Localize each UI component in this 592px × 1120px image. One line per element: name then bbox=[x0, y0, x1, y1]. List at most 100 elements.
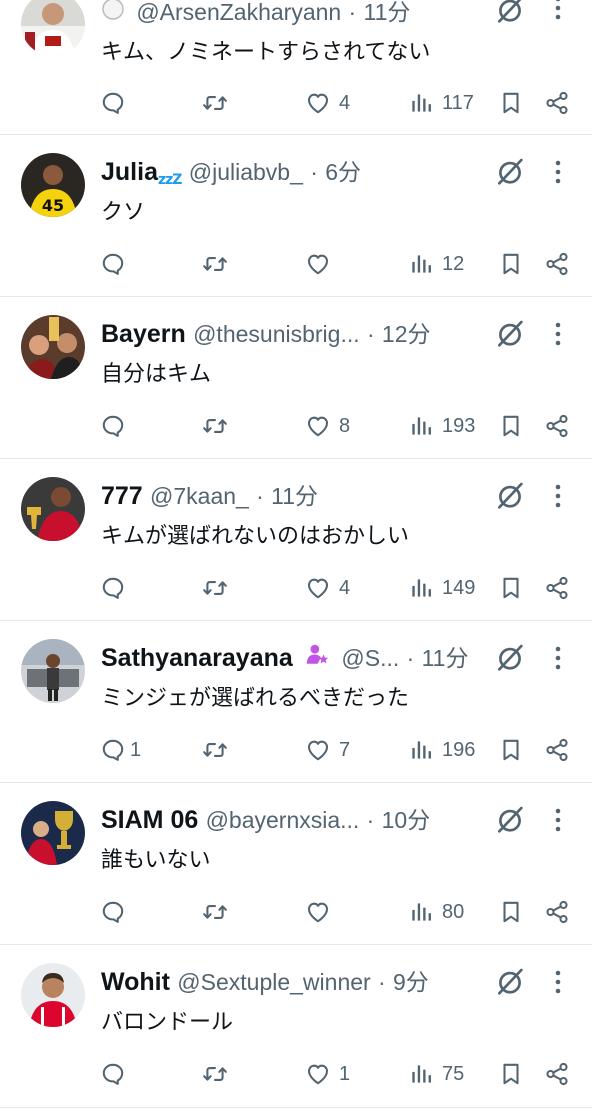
more-icon[interactable] bbox=[548, 968, 568, 996]
reply-button[interactable] bbox=[100, 87, 134, 119]
user-handle[interactable]: @ArsenZakharyann bbox=[136, 0, 341, 25]
views-button[interactable]: 80 bbox=[408, 896, 464, 928]
like-button[interactable] bbox=[305, 248, 339, 280]
views-button[interactable]: 12 bbox=[408, 248, 464, 280]
separator-dot: · bbox=[366, 807, 375, 833]
tweet-header: SIAM 06 @bayernxsia... · 10分 bbox=[101, 802, 521, 838]
display-name[interactable]: 777 bbox=[101, 482, 143, 510]
timestamp[interactable]: 11分 bbox=[422, 645, 469, 671]
reply-button[interactable] bbox=[100, 1058, 134, 1090]
bookmark-button[interactable] bbox=[498, 572, 524, 604]
display-name[interactable]: SIAM 06 bbox=[101, 806, 198, 834]
user-handle[interactable]: @thesunisbrig... bbox=[193, 321, 360, 347]
repost-button[interactable] bbox=[202, 734, 228, 766]
tweet[interactable]: Bayern @thesunisbrig... · 12分 自分はキム 8 19… bbox=[0, 297, 592, 459]
display-name[interactable]: Sathyanarayana bbox=[101, 644, 293, 672]
avatar[interactable]: 45 bbox=[21, 153, 85, 217]
timestamp[interactable]: 9分 bbox=[393, 969, 429, 995]
reply-button[interactable]: 1 bbox=[100, 734, 141, 766]
avatar[interactable] bbox=[21, 801, 85, 865]
views-button[interactable]: 75 bbox=[408, 1058, 464, 1090]
avatar[interactable] bbox=[21, 315, 85, 379]
display-name[interactable]: Julia bbox=[101, 158, 158, 186]
repost-button[interactable] bbox=[202, 410, 228, 442]
share-button[interactable] bbox=[544, 896, 570, 928]
timestamp[interactable]: 6分 bbox=[325, 159, 361, 185]
tweet[interactable]: @ArsenZakharyann · 11分 キム、ノミネートすらされてない 4… bbox=[0, 0, 592, 135]
reply-icon bbox=[100, 737, 126, 763]
repost-button[interactable] bbox=[202, 87, 228, 119]
tweet[interactable]: 777 @7kaan_ · 11分 キムが選ばれないのはおかしい 4 149 bbox=[0, 459, 592, 621]
tweet[interactable]: Wohit @Sextuple_winner · 9分 バロンドール 1 75 bbox=[0, 945, 592, 1108]
grok-icon[interactable] bbox=[494, 642, 526, 674]
timestamp[interactable]: 10分 bbox=[382, 807, 431, 833]
bookmark-button[interactable] bbox=[498, 87, 524, 119]
reply-button[interactable] bbox=[100, 248, 134, 280]
like-button[interactable]: 4 bbox=[305, 572, 350, 604]
views-button[interactable]: 196 bbox=[408, 734, 475, 766]
like-button[interactable]: 4 bbox=[305, 87, 350, 119]
avatar[interactable] bbox=[21, 0, 85, 56]
reply-button[interactable] bbox=[100, 572, 134, 604]
tweet-text: バロンドール bbox=[101, 1010, 234, 1035]
grok-icon[interactable] bbox=[494, 318, 526, 350]
display-name[interactable]: Bayern bbox=[101, 320, 186, 348]
grok-icon[interactable] bbox=[494, 966, 526, 998]
avatar[interactable] bbox=[21, 639, 85, 703]
user-handle[interactable]: @Sextuple_winner bbox=[177, 969, 370, 995]
views-button[interactable]: 193 bbox=[408, 410, 475, 442]
share-button[interactable] bbox=[544, 1058, 570, 1090]
user-handle[interactable]: @bayernxsia... bbox=[206, 807, 360, 833]
bookmark-button[interactable] bbox=[498, 734, 524, 766]
bookmark-button[interactable] bbox=[498, 896, 524, 928]
bookmark-button[interactable] bbox=[498, 248, 524, 280]
share-button[interactable] bbox=[544, 572, 570, 604]
bookmark-button[interactable] bbox=[498, 410, 524, 442]
more-icon[interactable] bbox=[548, 482, 568, 510]
repost-button[interactable] bbox=[202, 1058, 228, 1090]
reply-button[interactable] bbox=[100, 896, 134, 928]
grok-icon[interactable] bbox=[494, 156, 526, 188]
user-handle[interactable]: @S... bbox=[341, 645, 399, 671]
avatar[interactable] bbox=[21, 477, 85, 541]
repost-icon bbox=[202, 737, 228, 763]
repost-button[interactable] bbox=[202, 896, 228, 928]
view-count: 80 bbox=[442, 900, 465, 923]
more-icon[interactable] bbox=[548, 320, 568, 348]
repost-button[interactable] bbox=[202, 248, 228, 280]
tweet[interactable]: SIAM 06 @bayernxsia... · 10分 誰もいない 80 bbox=[0, 783, 592, 945]
like-button[interactable]: 1 bbox=[305, 1058, 350, 1090]
views-button[interactable]: 149 bbox=[408, 572, 475, 604]
more-icon[interactable] bbox=[548, 806, 568, 834]
share-button[interactable] bbox=[544, 87, 570, 119]
repost-button[interactable] bbox=[202, 572, 228, 604]
display-name[interactable]: Wohit bbox=[101, 968, 170, 996]
share-button[interactable] bbox=[544, 410, 570, 442]
avatar[interactable] bbox=[21, 963, 85, 1027]
like-icon bbox=[305, 575, 331, 601]
share-button[interactable] bbox=[544, 734, 570, 766]
tweet-header: JuliazzZ @juliabvb_ · 6分 bbox=[101, 154, 521, 190]
repost-icon bbox=[202, 413, 228, 439]
tweet[interactable]: 45 JuliazzZ @juliabvb_ · 6分 クソ 12 bbox=[0, 135, 592, 297]
more-icon[interactable] bbox=[548, 158, 568, 186]
grok-icon[interactable] bbox=[494, 0, 526, 26]
repost-icon bbox=[202, 575, 228, 601]
reply-button[interactable] bbox=[100, 410, 134, 442]
grok-icon[interactable] bbox=[494, 804, 526, 836]
user-handle[interactable]: @juliabvb_ bbox=[189, 159, 303, 185]
share-button[interactable] bbox=[544, 248, 570, 280]
timestamp[interactable]: 11分 bbox=[271, 483, 318, 509]
grok-icon[interactable] bbox=[494, 480, 526, 512]
tweet[interactable]: Sathyanarayana @S... · 11分 ミンジェが選ばれるべきだっ… bbox=[0, 621, 592, 783]
like-button[interactable] bbox=[305, 896, 339, 928]
bookmark-button[interactable] bbox=[498, 1058, 524, 1090]
like-button[interactable]: 8 bbox=[305, 410, 350, 442]
more-icon[interactable] bbox=[548, 644, 568, 672]
more-icon[interactable] bbox=[548, 0, 568, 22]
views-button[interactable]: 117 bbox=[408, 87, 474, 119]
timestamp[interactable]: 12分 bbox=[382, 321, 431, 347]
like-button[interactable]: 7 bbox=[305, 734, 350, 766]
timestamp[interactable]: 11分 bbox=[364, 0, 411, 25]
user-handle[interactable]: @7kaan_ bbox=[150, 483, 249, 509]
